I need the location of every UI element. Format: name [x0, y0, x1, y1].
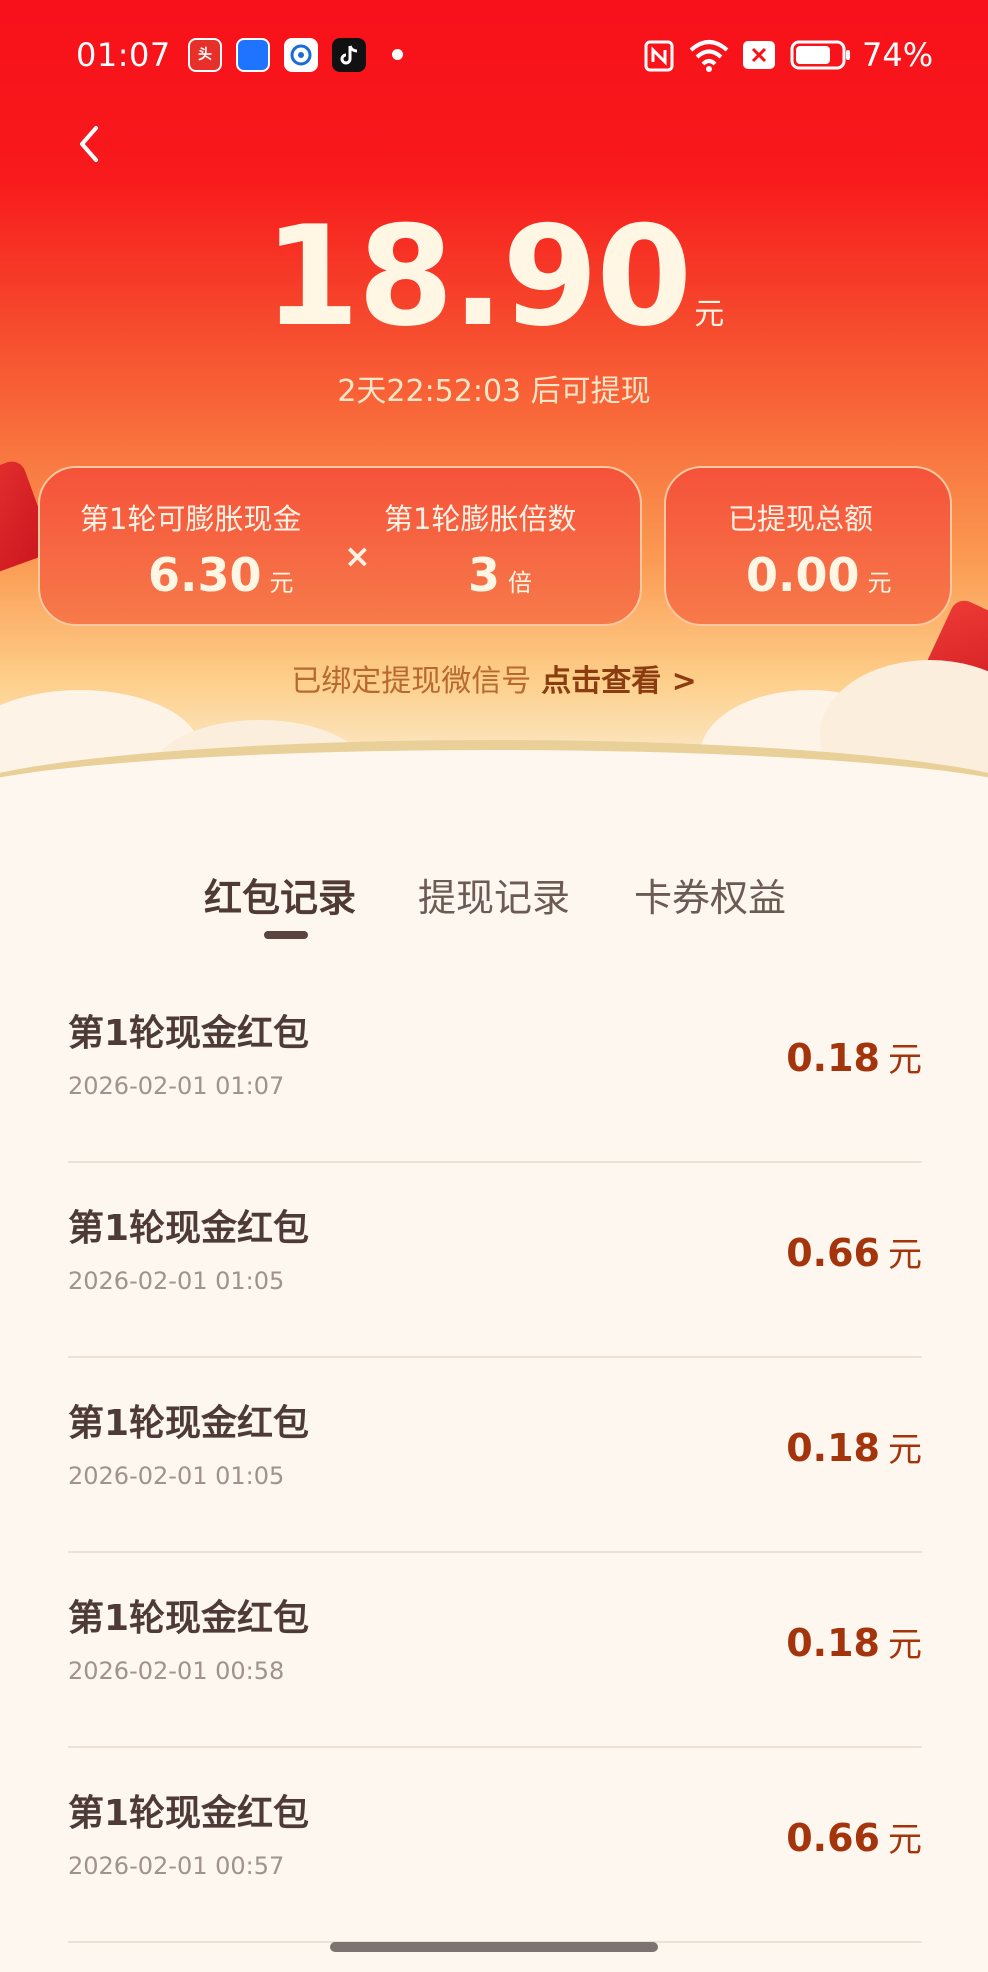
record-row[interactable]: 第1轮现金红包 2026-02-01 01:05 0.66 元	[68, 1163, 922, 1358]
multiplier-label: 第1轮膨胀倍数	[384, 502, 577, 536]
battery-percent: 74%	[862, 36, 934, 74]
record-amount-unit: 元	[888, 1820, 922, 1860]
record-amount-number: 0.66	[786, 1231, 880, 1275]
round-cash-value: 6.30 元	[148, 548, 294, 602]
battery-icon	[790, 40, 850, 70]
record-row[interactable]: 第1轮现金红包 2026-02-01 00:57 0.66 元	[68, 1748, 922, 1943]
tiktok-app-icon	[332, 38, 366, 72]
bound-wechat-row: 已绑定提现微信号 点击查看 >	[0, 656, 988, 700]
tab-withdraw-records[interactable]: 提现记录	[418, 867, 570, 922]
record-amount: 0.66 元	[786, 1812, 922, 1861]
record-amount-unit: 元	[888, 1235, 922, 1275]
balance-unit: 元	[694, 297, 725, 332]
back-arrow-icon[interactable]	[70, 122, 110, 166]
withdrawn-number: 0.00	[746, 548, 860, 602]
home-indicator[interactable]	[330, 1942, 658, 1952]
balance-amount-block: 18.90 元	[0, 208, 988, 346]
multiply-sign: ×	[344, 537, 371, 575]
withdrawn-unit: 元	[867, 569, 892, 597]
notification-dot	[392, 49, 403, 60]
record-row[interactable]: 第1轮现金红包 2026-02-01 01:05 0.18 元	[68, 1358, 922, 1553]
record-title: 第1轮现金红包	[68, 1598, 310, 1639]
record-amount-number: 0.18	[786, 1621, 880, 1665]
withdrawn-label: 已提现总额	[728, 502, 874, 536]
record-amount-number: 0.18	[786, 1036, 880, 1080]
record-time: 2026-02-01 01:05	[68, 1267, 285, 1295]
record-amount: 0.18 元	[786, 1422, 922, 1471]
multiplier-value: 3倍	[468, 548, 532, 602]
record-amount-number: 0.66	[786, 1816, 880, 1860]
record-amount-unit: 元	[888, 1625, 922, 1665]
record-amount-unit: 元	[888, 1040, 922, 1080]
record-time: 2026-02-01 00:57	[68, 1852, 285, 1880]
record-title: 第1轮现金红包	[68, 1013, 310, 1054]
status-time: 01:07	[76, 36, 171, 74]
record-title: 第1轮现金红包	[68, 1208, 310, 1249]
bound-wechat-text: 已绑定提现微信号	[291, 664, 532, 699]
round-cash-label: 第1轮可膨胀现金	[80, 502, 302, 536]
record-time: 2026-02-01 00:58	[68, 1657, 285, 1685]
sim-off-icon	[743, 41, 775, 69]
record-row[interactable]: 第1轮现金红包 2026-02-01 00:58 0.18 元	[68, 1553, 922, 1748]
toutiao-app-icon: 头	[188, 38, 222, 72]
nfc-icon	[644, 40, 674, 72]
header-banner: 01:07 头 74% 18.90 元 2天22:52:03 后可提现 第1轮可…	[0, 0, 988, 800]
active-tab-indicator	[264, 931, 308, 939]
round-info-card: 第1轮可膨胀现金 6.30 元 第1轮膨胀倍数 3倍	[38, 466, 642, 626]
record-amount-number: 0.18	[786, 1426, 880, 1470]
record-amount-unit: 元	[888, 1430, 922, 1470]
record-amount: 0.18 元	[786, 1032, 922, 1081]
record-row[interactable]: 第1轮现金红包 2026-02-01 01:07 0.18 元	[68, 968, 922, 1163]
status-bar: 01:07 头 74%	[0, 0, 988, 112]
round-cash-number: 6.30	[148, 548, 262, 602]
app-icon-swirl	[284, 38, 318, 72]
tab-redpacket-records[interactable]: 红包记录	[204, 867, 356, 922]
app-icon-blue	[236, 38, 270, 72]
record-title: 第1轮现金红包	[68, 1793, 310, 1834]
record-time: 2026-02-01 01:05	[68, 1462, 285, 1490]
tab-coupon-benefits[interactable]: 卡券权益	[634, 867, 786, 922]
record-amount: 0.66 元	[786, 1227, 922, 1276]
record-title: 第1轮现金红包	[68, 1403, 310, 1444]
withdrawn-value: 0.00 元	[746, 548, 892, 602]
wifi-icon	[689, 40, 729, 72]
multiplier-unit: 倍	[508, 569, 533, 597]
balance-amount: 18.90	[263, 196, 693, 357]
withdrawn-total-card: 已提现总额 0.00 元	[664, 466, 952, 626]
view-bound-account-link[interactable]: 点击查看 >	[541, 664, 697, 699]
round-cash-unit: 元	[269, 569, 294, 597]
record-time: 2026-02-01 01:07	[68, 1072, 285, 1100]
withdraw-countdown: 2天22:52:03 后可提现	[337, 374, 651, 409]
multiplier-number: 3	[468, 548, 501, 602]
record-amount: 0.18 元	[786, 1617, 922, 1666]
